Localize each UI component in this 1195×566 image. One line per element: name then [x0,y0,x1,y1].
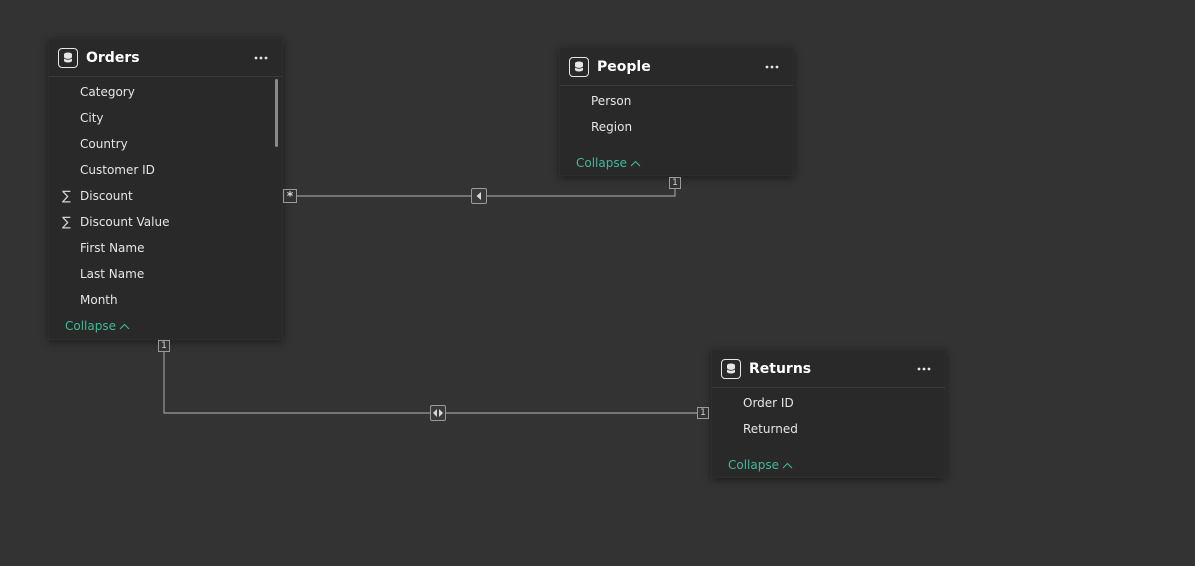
field-row[interactable]: Month [49,287,282,313]
field-row[interactable]: Person [560,88,793,114]
collapse-button[interactable]: Collapse [728,458,793,472]
field-row[interactable]: Returned [712,416,945,442]
field-label: Region [591,120,633,134]
field-label: Month [80,293,118,307]
table-card-orders[interactable]: Orders Category City Country Customer ID… [48,38,283,340]
collapse-button[interactable]: Collapse [65,319,130,333]
field-row[interactable]: Category [49,79,282,105]
table-title: Orders [86,49,140,66]
field-row[interactable]: Country [49,131,282,157]
field-label: Returned [743,422,798,436]
relationship-line-orders-returns [163,352,697,414]
field-label: Discount [80,189,133,203]
field-row[interactable]: Last Name [49,261,282,287]
cardinality-many-marker[interactable]: * [283,189,297,203]
collapse-button[interactable]: Collapse [576,156,641,170]
field-label: Customer ID [80,163,155,177]
table-header[interactable]: People [560,48,793,86]
field-row[interactable]: Order ID [712,390,945,416]
table-title: People [597,58,651,75]
field-label: Discount Value [80,215,170,229]
field-label: Category [80,85,135,99]
scrollbar-thumb[interactable] [275,79,278,147]
field-row[interactable]: City [49,105,282,131]
chevron-up-icon [630,160,641,166]
more-options-icon[interactable] [761,58,783,76]
collapse-label: Collapse [728,458,779,472]
sigma-icon: ∑ [62,188,71,204]
field-row[interactable]: ∑ Discount [49,183,282,209]
table-header[interactable]: Orders [49,39,282,77]
field-label: City [80,111,104,125]
field-row[interactable]: Region [560,114,793,140]
cardinality-one-marker[interactable]: 1 [697,407,709,419]
collapse-label: Collapse [65,319,116,333]
filter-direction-both-icon[interactable] [430,405,446,421]
table-card-returns[interactable]: Returns Order ID Returned Collapse [711,349,946,478]
field-label: Last Name [80,267,145,281]
field-row[interactable]: Customer ID [49,157,282,183]
table-header[interactable]: Returns [712,350,945,388]
field-label: Country [80,137,128,151]
field-row[interactable]: First Name [49,235,282,261]
cardinality-one-marker[interactable]: 1 [669,177,681,189]
chevron-up-icon [119,323,130,329]
cardinality-one-marker[interactable]: 1 [158,340,170,352]
model-view-canvas[interactable]: Orders Category City Country Customer ID… [0,0,1195,566]
filter-direction-single-icon[interactable] [471,188,487,204]
table-card-people[interactable]: People Person Region Collapse [559,47,794,176]
field-row[interactable]: ∑ Discount Value [49,209,282,235]
more-options-icon[interactable] [913,360,935,378]
field-label: First Name [80,241,145,255]
table-title: Returns [749,360,812,377]
database-icon [569,56,589,77]
field-label: Person [591,94,632,108]
more-options-icon[interactable] [250,49,272,67]
field-label: Order ID [743,396,794,410]
database-icon [58,47,78,68]
sigma-icon: ∑ [62,214,71,230]
database-icon [721,358,741,379]
chevron-up-icon [782,462,793,468]
collapse-label: Collapse [576,156,627,170]
